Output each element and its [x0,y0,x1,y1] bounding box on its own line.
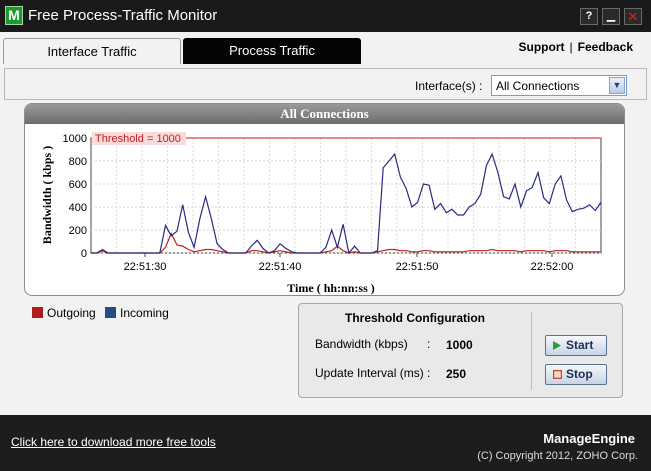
close-button[interactable]: ✕ [624,8,642,25]
support-link[interactable]: Support [519,40,565,54]
x-tick-label: 22:51:50 [396,261,439,273]
y-tick-label: 200 [69,225,87,237]
footer-bar: Click here to download more free tools M… [0,415,651,471]
chart-panel: All Connections 0 200 400 600 800 1000 22:51:… [24,103,625,296]
y-tick-label: 800 [69,156,87,168]
tab-process-traffic[interactable]: Process Traffic [183,38,361,65]
manageengine-logo: ManageEngine [543,431,635,446]
download-tools-link[interactable]: Click here to download more free tools [11,435,216,449]
start-button[interactable]: Start [545,335,607,356]
interface-bar: Interface(s) : All Connections ▼ [4,68,647,100]
chart-title: All Connections [25,104,624,124]
stop-icon [553,370,562,379]
help-button[interactable]: ? [580,8,598,25]
legend-swatch-incoming [105,307,117,318]
interface-label: Interface(s) : [415,79,483,93]
bandwidth-colon: : [427,337,431,351]
x-tick-label: 22:51:30 [124,261,167,273]
divider [531,312,532,390]
tab-bar: Interface Traffic Process Traffic Suppor… [0,32,651,65]
y-axis-ticks: 0 200 400 600 800 1000 [63,133,87,260]
threshold-config-title: Threshold Configuration [345,311,485,325]
chart-legend: Outgoing Incoming [32,306,175,320]
y-axis-label: Bandwidth ( kbps ) [40,146,54,244]
interval-colon: : [427,366,431,380]
title-bar: M Free Process-Traffic Monitor ? ▁ ✕ [0,0,651,32]
minimize-button[interactable]: ▁ [602,8,620,25]
legend-outgoing: Outgoing [32,306,96,320]
window-title: Free Process-Traffic Monitor [28,7,218,24]
stop-button[interactable]: Stop [545,364,607,385]
y-tick-label: 1000 [63,133,87,145]
copyright-text: (C) Copyright 2012, ZOHO Corp. [477,450,638,462]
bandwidth-label: Bandwidth (kbps) [315,337,408,351]
stop-button-label: Stop [566,367,593,381]
bandwidth-value: 1000 [446,338,473,352]
x-tick-label: 22:52:00 [531,261,574,273]
legend-swatch-outgoing [32,307,43,318]
interface-selected-value: All Connections [496,79,580,93]
x-axis-label: Time ( hh:nn:ss ) [287,281,374,295]
y-tick-label: 0 [81,248,87,260]
app-window: M Free Process-Traffic Monitor ? ▁ ✕ Int… [0,0,651,471]
app-logo-icon: M [5,6,23,25]
legend-outgoing-label: Outgoing [47,306,96,320]
interface-select[interactable]: All Connections ▼ [491,75,627,96]
top-links: Support | Feedback [519,40,633,54]
link-separator: | [569,40,573,54]
interval-value: 250 [446,367,467,381]
start-button-label: Start [566,338,594,352]
content-area: Interface(s) : All Connections ▼ All Con… [0,64,651,415]
y-tick-label: 600 [69,179,87,191]
threshold-config-panel: Threshold Configuration Bandwidth (kbps)… [298,303,623,398]
x-axis-ticks: 22:51:30 22:51:40 22:51:50 22:52:00 [124,253,574,273]
chevron-down-icon[interactable]: ▼ [609,77,625,94]
feedback-link[interactable]: Feedback [578,40,633,54]
legend-incoming: Incoming [105,306,169,320]
interval-label: Update Interval (ms) [315,366,424,380]
bandwidth-chart: 02004006008001000 22:51:30 22:51:40 22:51:… [40,132,602,295]
legend-incoming-label: Incoming [120,306,169,320]
play-icon [553,341,561,350]
y-tick-label: 400 [69,202,87,214]
x-tick-label: 22:51:40 [259,261,302,273]
tab-interface-traffic[interactable]: Interface Traffic [3,38,181,65]
threshold-label: Threshold = 1000 [95,133,181,145]
